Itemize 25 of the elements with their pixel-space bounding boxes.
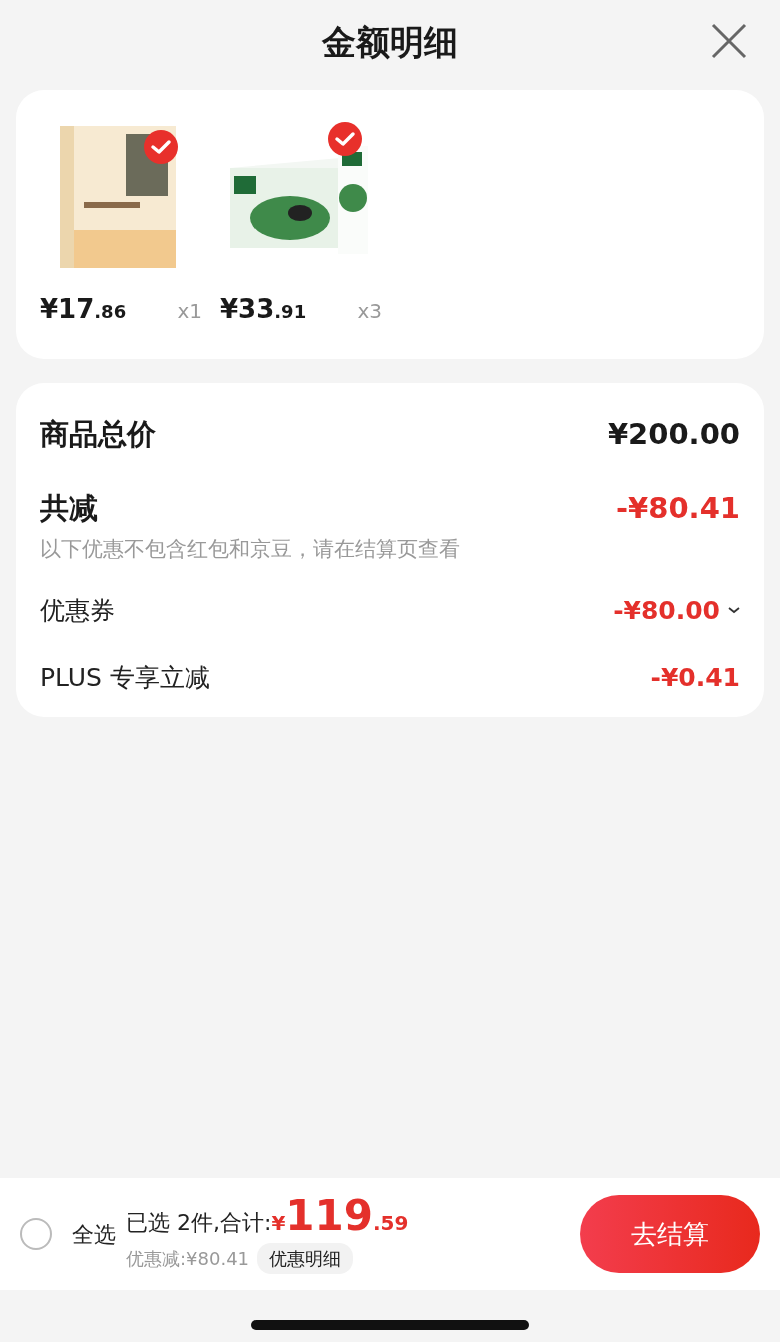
total-price: ¥119.59: [271, 1194, 409, 1237]
discount-item-label: PLUS 专享立减: [40, 662, 210, 694]
sheet-title: 金额明细: [322, 20, 458, 64]
discount-item-label: 优惠券: [40, 594, 115, 627]
discount-item-value: -¥80.00: [613, 594, 720, 627]
check-icon[interactable]: [328, 122, 362, 156]
select-all-radio[interactable]: [20, 1218, 52, 1250]
checkout-button[interactable]: 去结算: [580, 1195, 760, 1273]
total-label: 商品总价: [40, 416, 156, 453]
quantity-text: x1: [177, 298, 202, 325]
chevron-down-icon[interactable]: [728, 606, 740, 615]
discount-detail-button[interactable]: 优惠明细: [257, 1242, 354, 1274]
close-icon[interactable]: [710, 22, 748, 60]
discount-label: 共减: [40, 489, 98, 527]
discount-value: -¥80.41: [616, 489, 740, 527]
discount-item-value: -¥0.41: [650, 662, 740, 694]
check-icon[interactable]: [144, 130, 178, 164]
saved-amount: 优惠减:¥80.41: [126, 1246, 250, 1271]
price-text: ¥33.91: [220, 293, 307, 326]
discount-note: 以下优惠不包含红包和京豆，请在结算页查看: [40, 536, 461, 563]
select-all-label[interactable]: 全选: [72, 1217, 116, 1251]
total-value: ¥200.00: [607, 416, 740, 453]
selected-count-text: 已选 2件,合计:: [126, 1208, 272, 1237]
quantity-text: x3: [357, 298, 382, 325]
price-text: ¥17.86: [40, 293, 127, 326]
